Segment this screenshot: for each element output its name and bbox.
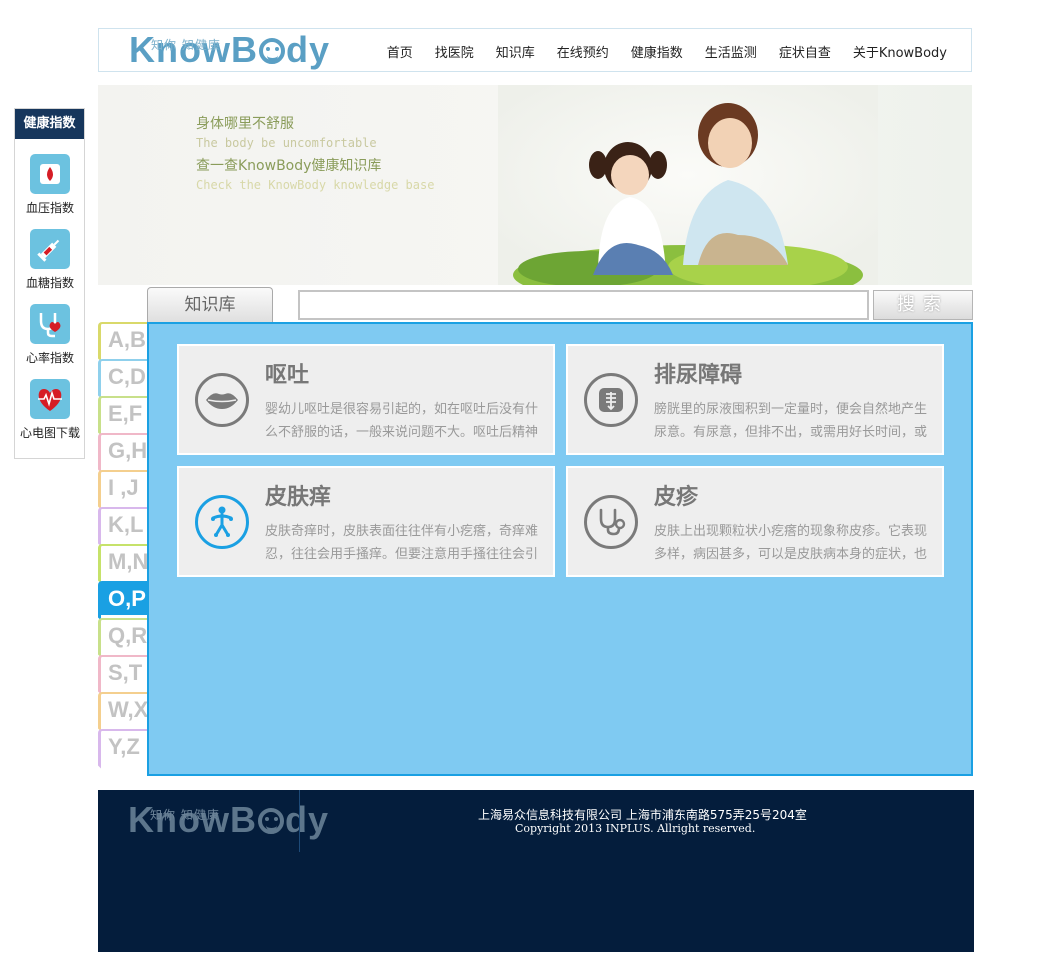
knowledge-card-itchy-skin[interactable]: 皮肤痒 皮肤奇痒时，皮肤表面往往伴有小疙瘩，奇痒难忍，往往会用手搔痒。但要注意用… [177, 466, 555, 577]
syringe-icon [30, 229, 70, 269]
knowledge-card-urination-disorder[interactable]: 排尿障碍 膀胱里的尿液囤积到一定量时，便会自然地产生尿意。有尿意，但排不出，或需… [566, 344, 944, 455]
sidebar-item-blood-pressure[interactable]: 血压指数 [15, 154, 85, 216]
banner-photo [498, 85, 878, 285]
nav-knowledge[interactable]: 知识库 [496, 42, 535, 61]
knowledge-card-rash[interactable]: 皮疹 皮肤上出现颗粒状小疙瘩的现象称皮疹。它表现多样，病因甚多，可以是皮肤病本身… [566, 466, 944, 577]
ecg-heart-icon [30, 379, 70, 419]
nav-find-hospital[interactable]: 找医院 [435, 42, 474, 61]
letter-tab-st[interactable]: S,T [98, 655, 148, 689]
card-description: 婴幼儿呕吐是很容易引起的，如在呕吐后没有什么不舒服的话，一般来说问题不大。呕吐后… [265, 402, 539, 440]
sidebar-title: 健康指数 [15, 109, 84, 139]
footer-copyright: Copyright 2013 INPLUS. Allright reserved… [515, 822, 756, 835]
letter-tab-cd[interactable]: C,D [98, 359, 148, 393]
letter-tab-kl[interactable]: K,L [98, 507, 148, 541]
sidebar-item-heart-rate[interactable]: 心率指数 [15, 304, 85, 366]
card-title: 皮疹 [654, 485, 699, 510]
knowledge-panel: 呕吐 婴幼儿呕吐是很容易引起的，如在呕吐后没有什么不舒服的话，一般来说问题不大。… [147, 322, 973, 776]
banner-line-1: 身体哪里不舒服 [196, 116, 294, 132]
card-description: 皮肤上出现颗粒状小疙瘩的现象称皮疹。它表现多样，病因甚多，可以是皮肤病本身的症状… [654, 524, 928, 562]
sidebar-item-label: 心电图下载 [19, 426, 80, 440]
letter-tab-qr[interactable]: Q,R [98, 618, 148, 652]
main-nav: 首页 找医院 知识库 在线预约 健康指数 生活监测 症状自查 关于KnowBod… [365, 42, 947, 61]
card-title: 皮肤痒 [265, 485, 332, 510]
nav-health-index[interactable]: 健康指数 [631, 42, 683, 61]
letter-tab-wx[interactable]: W,X [98, 692, 148, 726]
card-description: 膀胱里的尿液囤积到一定量时，便会自然地产生尿意。有尿意，但排不出，或需用好长时间… [654, 402, 928, 440]
banner-line-3: 查一查KnowBody健康知识库 [196, 158, 382, 174]
card-description: 皮肤奇痒时，皮肤表面往往伴有小疙瘩，奇痒难忍，往往会用手搔痒。但要注意用手搔往往… [265, 524, 539, 562]
nav-life-monitoring[interactable]: 生活监测 [705, 42, 757, 61]
letter-tab-ij[interactable]: I ,J [98, 470, 148, 504]
knowbody-logo[interactable]: 知你 知健康 KnowB dy [129, 32, 330, 68]
stethoscope-icon [584, 495, 638, 549]
nav-about[interactable]: 关于KnowBody [853, 42, 947, 61]
bladder-icon [584, 373, 638, 427]
letter-tab-ef[interactable]: E,F [98, 396, 148, 430]
card-title: 排尿障碍 [654, 363, 743, 388]
smile-face-icon [258, 808, 285, 834]
sidebar-item-label: 血压指数 [25, 201, 74, 215]
nav-symptom-check[interactable]: 症状自查 [779, 42, 831, 61]
sidebar-item-ecg-download[interactable]: 心电图下载 [15, 379, 85, 441]
footer-company-address: 上海易众信息科技有限公司 上海市浦东南路575弄25号204室 [478, 808, 807, 822]
tab-knowledge-base[interactable]: 知识库 [147, 287, 273, 323]
letter-tab-ab[interactable]: A,B [98, 322, 148, 356]
letter-tab-gh[interactable]: G,H [98, 433, 148, 467]
sidebar-item-label: 心率指数 [25, 351, 74, 365]
logo-slogan: 知你 知健康 [151, 38, 221, 52]
letter-tab-yz[interactable]: Y,Z [98, 729, 148, 763]
nav-home[interactable]: 首页 [387, 42, 413, 61]
body-figure-icon [195, 495, 249, 549]
nav-online-booking[interactable]: 在线预约 [557, 42, 609, 61]
banner-line-2: The body be uncomfortable [196, 136, 377, 150]
site-header: 知你 知健康 KnowB dy 首页 找医院 知识库 在线预约 健康指数 生活监测… [98, 28, 972, 72]
site-footer: 知你 知健康 KnowB dy 上海易众信息科技有限公司 上海市浦东南路575弄2… [98, 790, 974, 952]
blood-drop-icon [30, 154, 70, 194]
smile-face-icon [259, 38, 286, 64]
stethoscope-heart-icon [30, 304, 70, 344]
footer-divider [299, 790, 300, 852]
lips-icon [195, 373, 249, 427]
letter-tab-op[interactable]: O,P [98, 581, 150, 615]
card-title: 呕吐 [265, 363, 310, 388]
banner-line-4: Check the KnowBody knowledge base [196, 178, 435, 192]
search-input[interactable] [298, 290, 869, 320]
knowledge-card-vomiting[interactable]: 呕吐 婴幼儿呕吐是很容易引起的，如在呕吐后没有什么不舒服的话，一般来说问题不大。… [177, 344, 555, 455]
letter-tab-mn[interactable]: M,N [98, 544, 148, 578]
sidebar-item-blood-sugar[interactable]: 血糖指数 [15, 229, 85, 291]
search-button[interactable]: 搜索 [873, 290, 973, 320]
sidebar-item-label: 血糖指数 [25, 276, 74, 290]
health-index-sidebar: 健康指数 血压指数 血糖指数 心率指数 心电图下载 [14, 108, 85, 459]
hero-banner: 身体哪里不舒服 The body be uncomfortable 查一查Kno… [98, 85, 972, 285]
